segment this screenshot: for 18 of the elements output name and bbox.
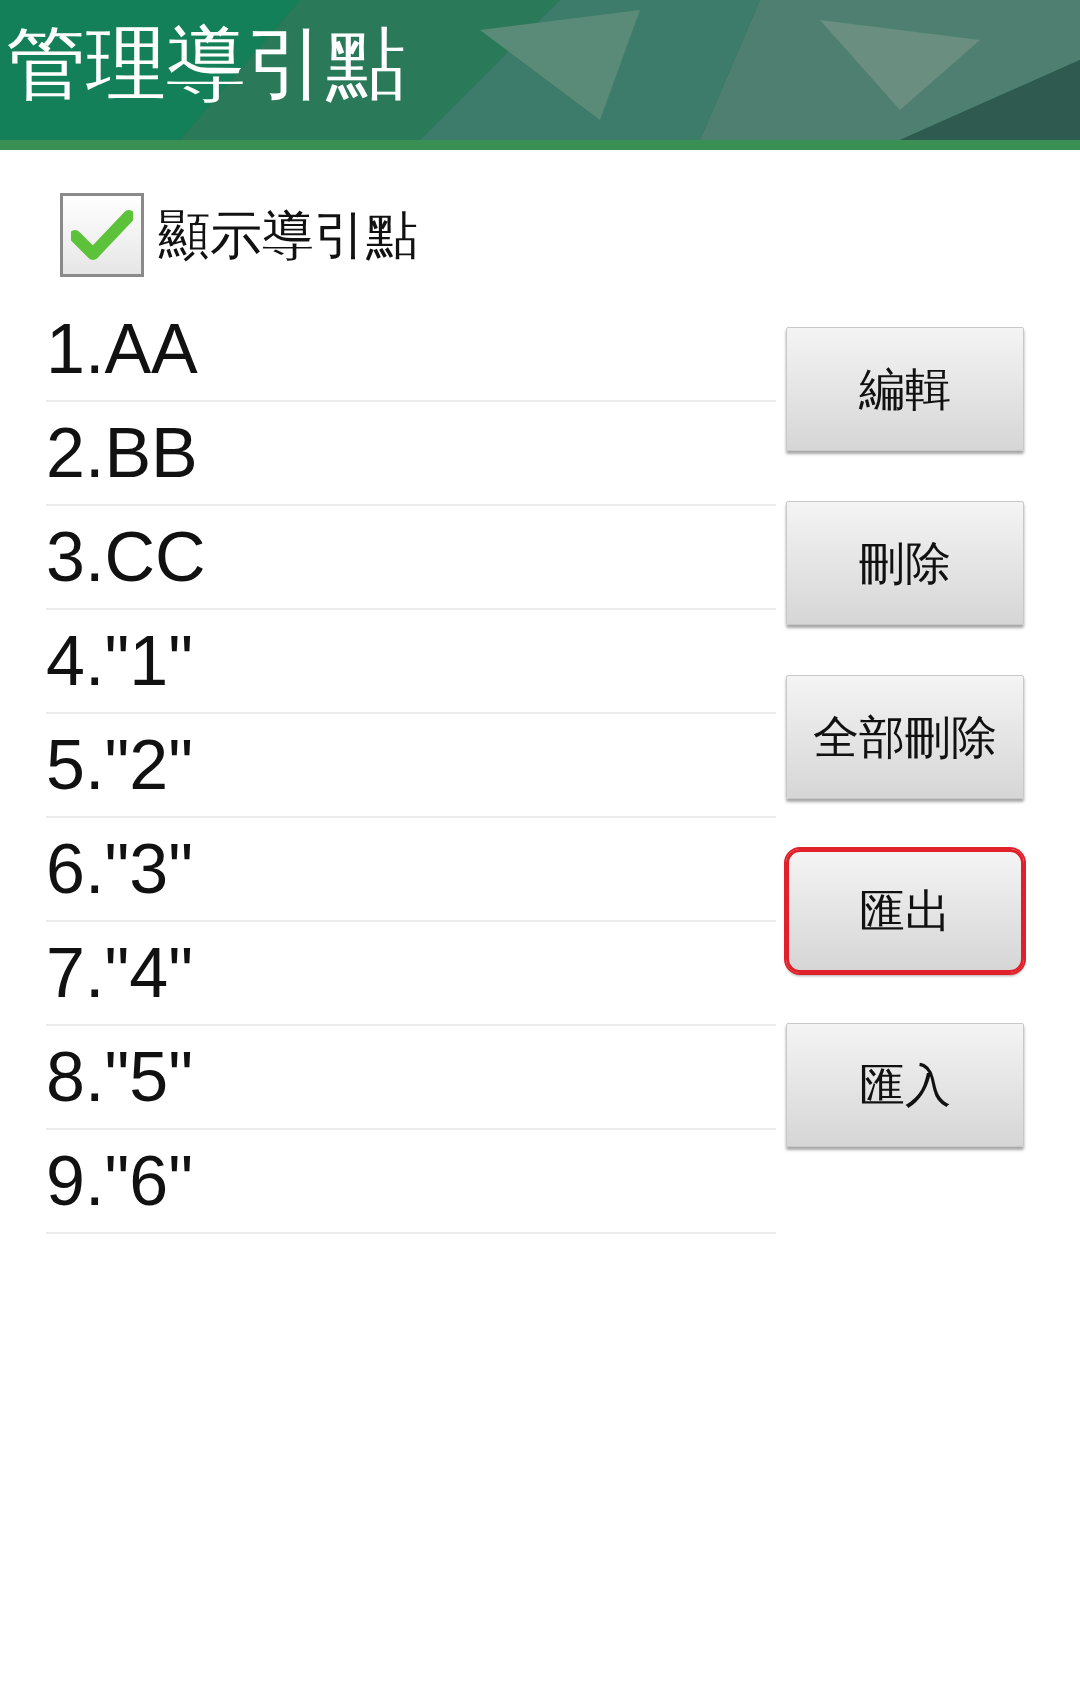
action-button[interactable]: 全部刪除 bbox=[786, 675, 1024, 799]
show-checkbox[interactable] bbox=[60, 193, 144, 277]
list-item[interactable]: 5."2" bbox=[46, 714, 776, 818]
list-item[interactable]: 2.BB bbox=[46, 402, 776, 506]
list-item[interactable]: 7."4" bbox=[46, 922, 776, 1026]
page-title: 管理導引點 bbox=[6, 16, 406, 112]
list-item[interactable]: 9."6" bbox=[46, 1130, 776, 1234]
list-item[interactable]: 4."1" bbox=[46, 610, 776, 714]
action-button[interactable]: 刪除 bbox=[786, 501, 1024, 625]
list-item[interactable]: 6."3" bbox=[46, 818, 776, 922]
list-item[interactable]: 1.AA bbox=[46, 298, 776, 402]
checkmark-icon bbox=[71, 210, 133, 260]
action-button[interactable]: 匯入 bbox=[786, 1023, 1024, 1147]
list-item[interactable]: 3.CC bbox=[46, 506, 776, 610]
action-button[interactable]: 編輯 bbox=[786, 327, 1024, 451]
list-item[interactable]: 8."5" bbox=[46, 1026, 776, 1130]
action-button[interactable]: 匯出 bbox=[786, 849, 1024, 973]
checkbox-label: 顯示導引點 bbox=[158, 204, 418, 267]
